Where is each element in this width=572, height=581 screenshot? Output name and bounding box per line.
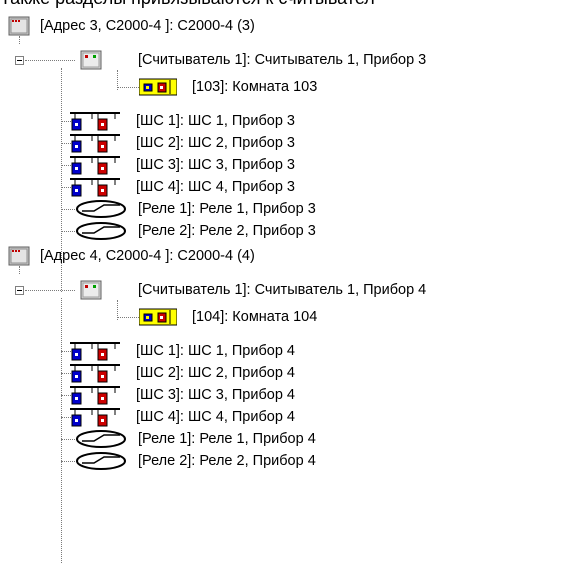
tree-line [25,290,75,291]
relay-icon [74,221,128,245]
zone-label: [ШС 4]: ШС 4, Прибор 4 [136,409,295,425]
zone-label: [ШС 2]: ШС 2, Прибор 3 [136,135,295,151]
tree-line [117,87,139,88]
relay-icon [74,451,128,475]
collapse-toggle[interactable] [15,286,24,295]
tree-node-relay[interactable]: [Реле 1]: Реле 1, Прибор 3 [0,198,572,220]
room-label: [104]: Комната 104 [192,309,318,325]
tree-node-zone[interactable]: [ШС 1]: ШС 1, Прибор 3 [0,110,572,132]
reader-icon [80,50,102,74]
reader-label: [Считыватель 1]: Считыватель 1, Прибор 3 [138,52,427,68]
tree-node-zone[interactable]: [ШС 4]: ШС 4, Прибор 4 [0,406,572,428]
relay-label: [Реле 1]: Реле 1, Прибор 3 [138,201,316,217]
tree-node-zone[interactable]: [ШС 3]: ШС 3, Прибор 3 [0,154,572,176]
reader-icon [80,280,102,304]
tree-node-device-3[interactable]: [Адрес 3, С2000-4 ]: С2000-4 (3) [0,15,572,37]
tree-node-reader-3[interactable]: [Считыватель 1]: Считыватель 1, Прибор 3 [0,49,572,71]
tree-node-room-104[interactable]: [104]: Комната 104 [0,306,572,328]
zone-label: [ШС 2]: ШС 2, Прибор 4 [136,365,295,381]
tree-line [61,209,75,210]
tree-node-device-4[interactable]: [Адрес 4, С2000-4 ]: С2000-4 (4) [0,245,572,267]
relay-label: [Реле 2]: Реле 2, Прибор 3 [138,223,316,239]
room-icon [138,308,178,330]
tree-line [61,461,75,462]
tree-node-relay[interactable]: [Реле 2]: Реле 2, Прибор 4 [0,450,572,472]
relay-label: [Реле 2]: Реле 2, Прибор 4 [138,453,316,469]
zone-label: [ШС 1]: ШС 1, Прибор 3 [136,113,295,129]
tree-node-relay[interactable]: [Реле 1]: Реле 1, Прибор 4 [0,428,572,450]
room-icon [138,78,178,100]
tree-line [61,439,75,440]
tree-node-zone[interactable]: [ШС 3]: ШС 3, Прибор 4 [0,384,572,406]
relay-label: [Реле 1]: Реле 1, Прибор 4 [138,431,316,447]
tree-node-relay[interactable]: [Реле 2]: Реле 2, Прибор 3 [0,220,572,242]
tree-line [19,266,20,274]
tree-node-zone[interactable]: [ШС 4]: ШС 4, Прибор 3 [0,176,572,198]
tree-node-zone[interactable]: [ШС 2]: ШС 2, Прибор 3 [0,132,572,154]
zone-label: [ШС 1]: ШС 1, Прибор 4 [136,343,295,359]
room-label: [103]: Комната 103 [192,79,318,95]
reader-label: [Считыватель 1]: Считыватель 1, Прибор 4 [138,282,427,298]
tree-line [25,60,75,61]
zone-label: [ШС 3]: ШС 3, Прибор 3 [136,157,295,173]
tree-line [61,231,75,232]
zone-label: [ШС 3]: ШС 3, Прибор 4 [136,387,295,403]
device-tree: [Адрес 3, С2000-4 ]: С2000-4 (3) [Считыв… [0,0,572,581]
tree-node-reader-4[interactable]: [Считыватель 1]: Считыватель 1, Прибор 4 [0,279,572,301]
tree-line [19,36,20,44]
tree-line [117,317,139,318]
device-label: [Адрес 4, С2000-4 ]: С2000-4 (4) [40,248,255,264]
tree-node-zone[interactable]: [ШС 2]: ШС 2, Прибор 4 [0,362,572,384]
device-label: [Адрес 3, С2000-4 ]: С2000-4 (3) [40,18,255,34]
tree-node-zone[interactable]: [ШС 1]: ШС 1, Прибор 4 [0,340,572,362]
tree-node-room-103[interactable]: [103]: Комната 103 [0,76,572,98]
collapse-toggle[interactable] [15,56,24,65]
zone-label: [ШС 4]: ШС 4, Прибор 3 [136,179,295,195]
